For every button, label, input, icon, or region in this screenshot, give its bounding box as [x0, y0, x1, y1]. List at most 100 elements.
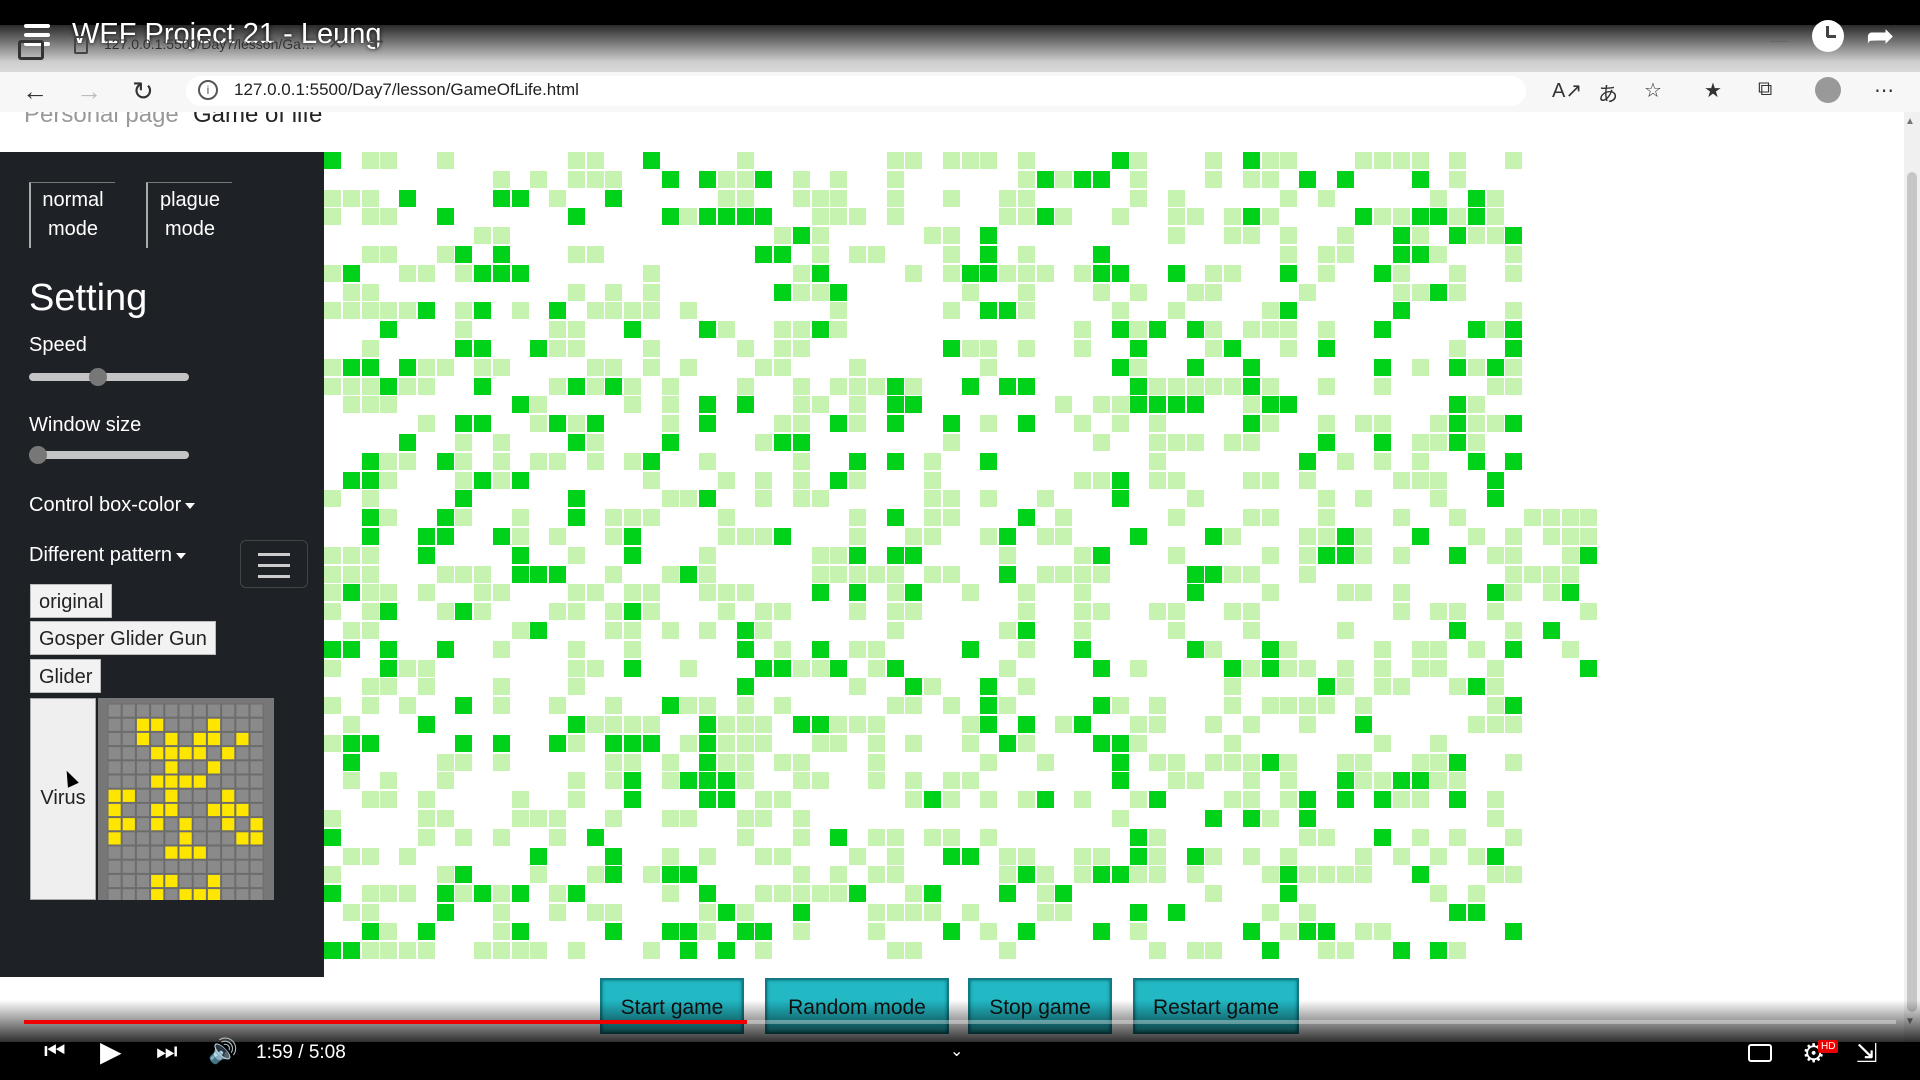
dead-cell[interactable] [567, 283, 585, 301]
dead-cell[interactable] [999, 847, 1016, 865]
dead-cell[interactable] [511, 302, 529, 320]
dead-cell[interactable] [1017, 791, 1035, 809]
dead-cell[interactable] [1580, 528, 1598, 545]
dead-cell[interactable] [1036, 528, 1054, 545]
dead-cell[interactable] [492, 434, 510, 451]
dead-cell[interactable] [1467, 358, 1485, 376]
live-cell[interactable] [811, 716, 829, 733]
live-cell[interactable] [324, 152, 341, 169]
dead-cell[interactable] [905, 904, 923, 921]
live-cell[interactable] [361, 922, 379, 940]
volume-icon[interactable]: 🔊 [208, 1037, 238, 1067]
dead-cell[interactable] [942, 246, 960, 263]
dead-cell[interactable] [417, 358, 435, 376]
dead-cell[interactable] [549, 828, 566, 846]
live-cell[interactable] [1280, 396, 1298, 414]
dead-cell[interactable] [1374, 152, 1391, 169]
live-cell[interactable] [642, 152, 660, 169]
live-cell[interactable] [830, 283, 848, 301]
live-cell[interactable] [1130, 340, 1148, 357]
live-cell[interactable] [342, 264, 360, 282]
live-cell[interactable] [511, 565, 529, 583]
dead-cell[interactable] [1036, 753, 1054, 771]
dead-cell[interactable] [436, 246, 454, 263]
dead-cell[interactable] [1149, 866, 1166, 884]
live-cell[interactable] [905, 584, 923, 602]
dead-cell[interactable] [755, 358, 773, 376]
live-cell[interactable] [811, 640, 829, 658]
dead-cell[interactable] [1355, 697, 1373, 715]
dead-cell[interactable] [886, 170, 904, 188]
live-cell[interactable] [1092, 866, 1110, 884]
live-cell[interactable] [511, 189, 529, 207]
live-cell[interactable] [1355, 716, 1373, 733]
dead-cell[interactable] [755, 791, 773, 809]
dead-cell[interactable] [755, 810, 773, 827]
live-cell[interactable] [1392, 246, 1410, 263]
dead-cell[interactable] [1242, 659, 1260, 677]
dead-cell[interactable] [549, 603, 566, 621]
live-cell[interactable] [1167, 396, 1185, 414]
dead-cell[interactable] [1186, 283, 1204, 301]
dead-cell[interactable] [1242, 791, 1260, 809]
dead-cell[interactable] [867, 565, 885, 583]
normal-mode-button[interactable]: normal mode [29, 182, 115, 248]
live-cell[interactable] [342, 734, 360, 752]
dead-cell[interactable] [1017, 640, 1035, 658]
dead-cell[interactable] [1186, 772, 1204, 790]
dead-cell[interactable] [361, 283, 379, 301]
live-cell[interactable] [567, 377, 585, 395]
dead-cell[interactable] [1392, 264, 1410, 282]
live-cell[interactable] [1505, 922, 1523, 940]
dead-cell[interactable] [1317, 415, 1335, 433]
dead-cell[interactable] [1242, 321, 1260, 339]
live-cell[interactable] [1111, 866, 1129, 884]
live-cell[interactable] [361, 471, 379, 489]
dead-cell[interactable] [811, 659, 829, 677]
dead-cell[interactable] [549, 452, 566, 470]
dead-cell[interactable] [1430, 415, 1448, 433]
dead-cell[interactable] [717, 528, 735, 545]
live-cell[interactable] [361, 452, 379, 470]
dead-cell[interactable] [1392, 603, 1410, 621]
dead-cell[interactable] [680, 490, 698, 508]
dead-cell[interactable] [905, 264, 923, 282]
dead-cell[interactable] [1205, 847, 1223, 865]
live-cell[interactable] [1449, 753, 1466, 771]
dead-cell[interactable] [942, 152, 960, 169]
live-cell[interactable] [680, 922, 698, 940]
dead-cell[interactable] [1017, 734, 1035, 752]
dead-cell[interactable] [699, 584, 716, 602]
live-cell[interactable] [1430, 941, 1448, 959]
dead-cell[interactable] [474, 358, 491, 376]
dead-cell[interactable] [380, 772, 398, 790]
dead-cell[interactable] [436, 152, 454, 169]
dead-cell[interactable] [980, 528, 998, 545]
dead-cell[interactable] [1130, 791, 1148, 809]
dead-cell[interactable] [924, 565, 941, 583]
dead-cell[interactable] [361, 622, 379, 639]
dead-cell[interactable] [1186, 434, 1204, 451]
dead-cell[interactable] [567, 659, 585, 677]
dead-cell[interactable] [942, 772, 960, 790]
dead-cell[interactable] [399, 452, 416, 470]
dead-cell[interactable] [642, 264, 660, 282]
dead-cell[interactable] [567, 170, 585, 188]
dead-cell[interactable] [1280, 340, 1298, 357]
dead-cell[interactable] [1449, 170, 1466, 188]
dead-cell[interactable] [1411, 358, 1429, 376]
live-cell[interactable] [1111, 772, 1129, 790]
live-cell[interactable] [549, 415, 566, 433]
dead-cell[interactable] [999, 697, 1016, 715]
dead-cell[interactable] [1374, 734, 1391, 752]
dead-cell[interactable] [942, 697, 960, 715]
dead-cell[interactable] [1017, 152, 1035, 169]
dead-cell[interactable] [380, 791, 398, 809]
live-cell[interactable] [1449, 622, 1466, 639]
dead-cell[interactable] [417, 415, 435, 433]
dead-cell[interactable] [1149, 716, 1166, 733]
live-cell[interactable] [699, 772, 716, 790]
dead-cell[interactable] [849, 847, 866, 865]
live-cell[interactable] [342, 358, 360, 376]
dead-cell[interactable] [905, 791, 923, 809]
